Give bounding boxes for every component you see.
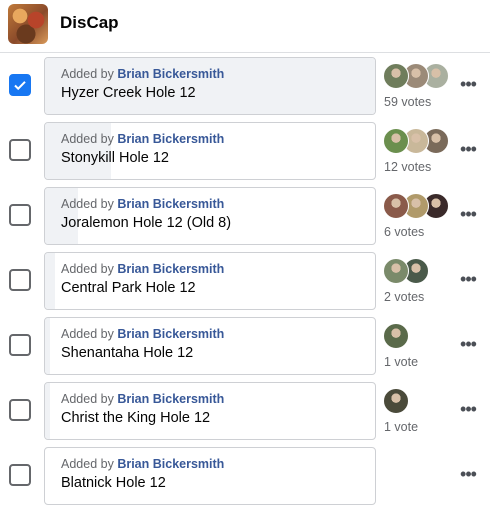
poll-option-row: Added by Brian Bickersmith Central Park H… — [0, 252, 490, 310]
poll-option-row: Added by Brian Bickersmith Joralemon Hole… — [0, 187, 490, 245]
more-options-icon[interactable]: ••• — [458, 140, 478, 158]
vote-count[interactable]: 12 votes — [384, 160, 431, 174]
added-by-line: Added by Brian Bickersmith — [61, 262, 224, 276]
added-by-line: Added by Brian Bickersmith — [61, 327, 224, 341]
poll-option-checkbox[interactable] — [9, 74, 31, 96]
added-by-label: Added by — [61, 392, 114, 406]
poll-option-name: Shenantaha Hole 12 — [61, 345, 194, 361]
author-link[interactable]: Brian Bickersmith — [117, 262, 224, 276]
more-options-icon[interactable]: ••• — [458, 270, 478, 288]
poll-option-name: Central Park Hole 12 — [61, 280, 196, 296]
added-by-label: Added by — [61, 262, 114, 276]
poll-option-name: Christ the King Hole 12 — [61, 410, 211, 426]
voter-avatar[interactable] — [383, 63, 409, 89]
poll-option-name: Blatnick Hole 12 — [61, 475, 166, 491]
poll-option-box[interactable]: Added by Brian Bickersmith Christ the Kin… — [44, 382, 376, 440]
added-by-line: Added by Brian Bickersmith — [61, 457, 224, 471]
more-options-icon[interactable]: ••• — [458, 75, 478, 93]
author-link[interactable]: Brian Bickersmith — [117, 67, 224, 81]
poll-option-checkbox[interactable] — [9, 464, 31, 486]
poll-option-box[interactable]: Added by Brian Bickersmith Central Park H… — [44, 252, 376, 310]
more-options-icon[interactable]: ••• — [458, 400, 478, 418]
poll-option-box[interactable]: Added by Brian Bickersmith Blatnick Hole … — [44, 447, 376, 505]
more-options-icon[interactable]: ••• — [458, 465, 478, 483]
more-options-icon[interactable]: ••• — [458, 205, 478, 223]
added-by-label: Added by — [61, 132, 114, 146]
voter-avatar[interactable] — [383, 128, 409, 154]
poll-option-name: Hyzer Creek Hole 12 — [61, 85, 196, 101]
vote-share-bar — [45, 253, 55, 309]
author-link[interactable]: Brian Bickersmith — [117, 132, 224, 146]
author-link[interactable]: Brian Bickersmith — [117, 327, 224, 341]
author-link[interactable]: Brian Bickersmith — [117, 197, 224, 211]
added-by-label: Added by — [61, 327, 114, 341]
vote-count[interactable]: 2 votes — [384, 290, 424, 304]
voter-avatar[interactable] — [383, 388, 409, 414]
added-by-label: Added by — [61, 457, 114, 471]
author-link[interactable]: Brian Bickersmith — [117, 392, 224, 406]
voter-avatar[interactable] — [383, 193, 409, 219]
poll-option-box[interactable]: Added by Brian Bickersmith Joralemon Hole… — [44, 187, 376, 245]
added-by-label: Added by — [61, 197, 114, 211]
poll-option-row: Added by Brian Bickersmith Hyzer Creek Ho… — [0, 57, 490, 115]
poll-option-row: Added by Brian Bickersmith Christ the Kin… — [0, 382, 490, 440]
group-thumbnail[interactable] — [8, 4, 48, 44]
added-by-label: Added by — [61, 67, 114, 81]
vote-share-bar — [45, 383, 50, 439]
poll-option-checkbox[interactable] — [9, 204, 31, 226]
added-by-line: Added by Brian Bickersmith — [61, 392, 224, 406]
poll-option-row: Added by Brian Bickersmith Blatnick Hole … — [0, 447, 490, 505]
poll-option-row: Added by Brian Bickersmith Stonykill Hole… — [0, 122, 490, 180]
added-by-line: Added by Brian Bickersmith — [61, 132, 224, 146]
poll-option-row: Added by Brian Bickersmith Shenantaha Hol… — [0, 317, 490, 375]
poll-option-checkbox[interactable] — [9, 399, 31, 421]
vote-count[interactable]: 6 votes — [384, 225, 424, 239]
checkmark-icon — [14, 81, 26, 91]
poll-option-box[interactable]: Added by Brian Bickersmith Hyzer Creek Ho… — [44, 57, 376, 115]
voter-avatar[interactable] — [383, 323, 409, 349]
vote-count[interactable]: 59 votes — [384, 95, 431, 109]
poll-option-checkbox[interactable] — [9, 139, 31, 161]
author-link[interactable]: Brian Bickersmith — [117, 457, 224, 471]
poll-option-box[interactable]: Added by Brian Bickersmith Stonykill Hole… — [44, 122, 376, 180]
poll-option-name: Stonykill Hole 12 — [61, 150, 169, 166]
voter-avatar[interactable] — [383, 258, 409, 284]
more-options-icon[interactable]: ••• — [458, 335, 478, 353]
added-by-line: Added by Brian Bickersmith — [61, 67, 224, 81]
poll-option-name: Joralemon Hole 12 (Old 8) — [61, 215, 232, 231]
group-header: DisCap — [0, 0, 490, 53]
vote-count[interactable]: 1 vote — [384, 420, 418, 434]
poll-option-checkbox[interactable] — [9, 269, 31, 291]
group-title[interactable]: DisCap — [60, 12, 119, 34]
added-by-line: Added by Brian Bickersmith — [61, 197, 224, 211]
poll-option-box[interactable]: Added by Brian Bickersmith Shenantaha Hol… — [44, 317, 376, 375]
vote-share-bar — [45, 318, 50, 374]
vote-count[interactable]: 1 vote — [384, 355, 418, 369]
poll-option-checkbox[interactable] — [9, 334, 31, 356]
